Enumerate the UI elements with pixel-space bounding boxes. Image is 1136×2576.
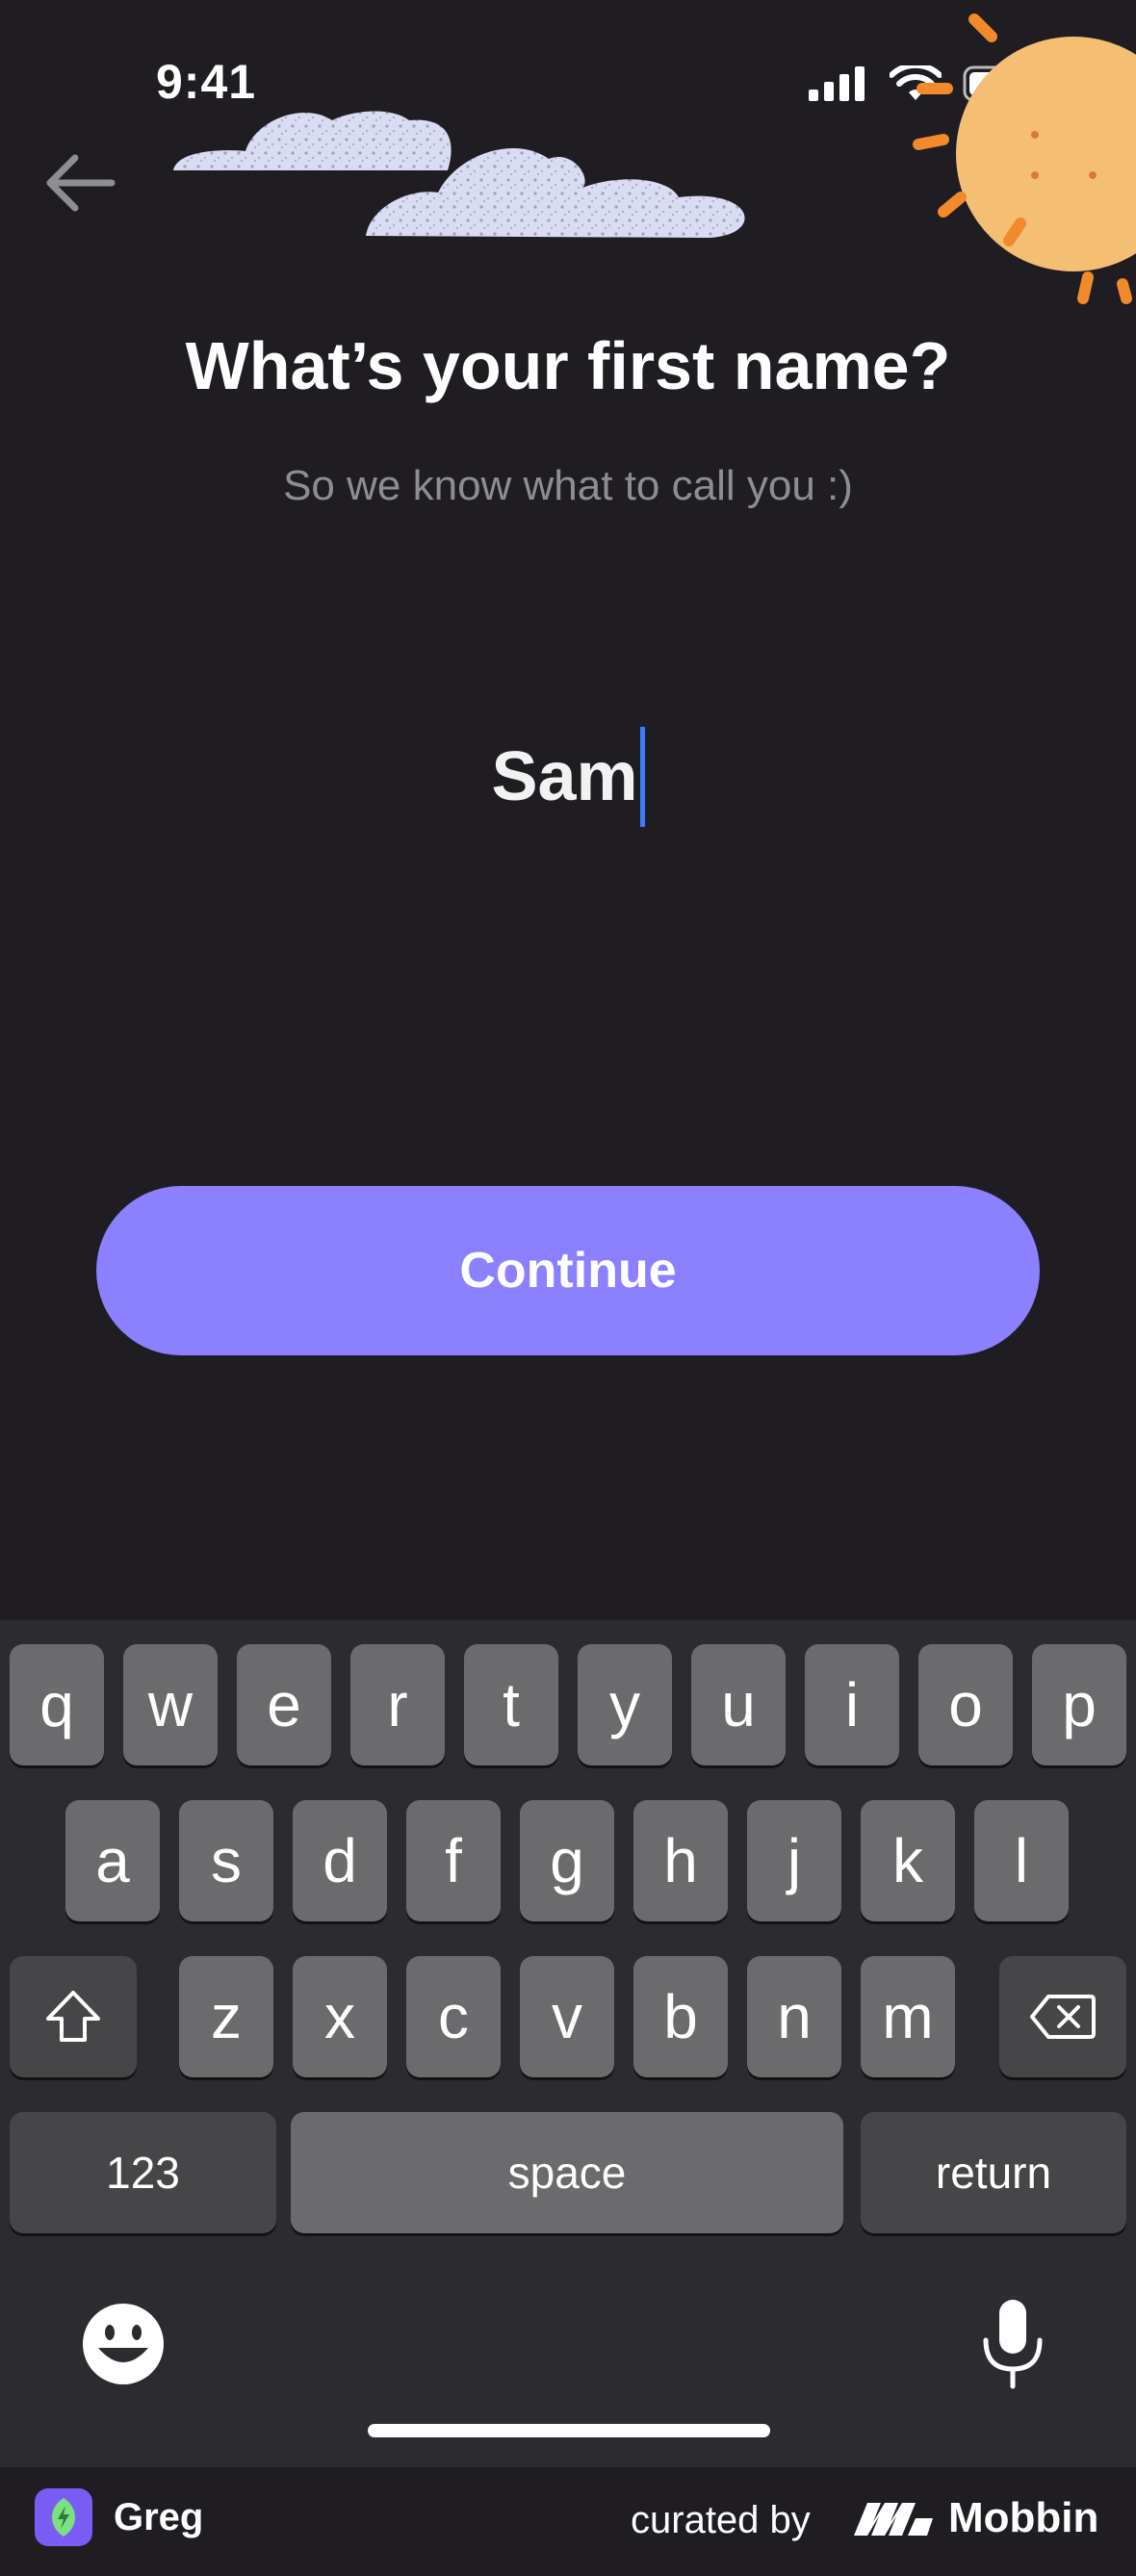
key-e[interactable]: e xyxy=(237,1644,331,1765)
emoji-icon xyxy=(83,2304,164,2384)
arrow-left-icon xyxy=(46,154,116,212)
curated-by-label: curated by xyxy=(631,2499,811,2541)
key-l[interactable]: l xyxy=(974,1800,1069,1921)
key-x[interactable]: x xyxy=(293,1956,387,2077)
home-indicator xyxy=(368,2424,770,2437)
page-subtitle: So we know what to call you :) xyxy=(283,462,853,509)
key-b[interactable]: b xyxy=(633,1956,728,2077)
key-r[interactable]: r xyxy=(350,1644,445,1765)
key-w[interactable]: w xyxy=(123,1644,218,1765)
key-g[interactable]: g xyxy=(520,1800,614,1921)
keyboard: q w e r t y u i o p a s d f g h j k l z … xyxy=(0,1620,1136,2467)
key-u[interactable]: u xyxy=(691,1644,786,1765)
back-button[interactable] xyxy=(42,144,119,221)
key-c[interactable]: c xyxy=(406,1956,501,2077)
delete-key[interactable] xyxy=(999,1956,1126,2077)
return-key[interactable]: return xyxy=(861,2112,1126,2233)
key-n[interactable]: n xyxy=(747,1956,841,2077)
first-name-input[interactable]: Sam xyxy=(0,727,1136,827)
key-j[interactable]: j xyxy=(747,1800,841,1921)
microphone-icon xyxy=(983,2300,1043,2389)
key-p[interactable]: p xyxy=(1032,1644,1126,1765)
numbers-key[interactable]: 123 xyxy=(10,2112,276,2233)
key-f[interactable]: f xyxy=(406,1800,501,1921)
key-t[interactable]: t xyxy=(464,1644,558,1765)
first-name-value: Sam xyxy=(491,738,638,815)
footer-bar: Greg curated by Mobbin xyxy=(0,2467,1136,2576)
key-k[interactable]: k xyxy=(861,1800,955,1921)
sun-illustration xyxy=(913,13,1136,304)
leaf-icon xyxy=(52,2498,75,2537)
text-caret xyxy=(639,727,645,827)
key-d[interactable]: d xyxy=(293,1800,387,1921)
key-h[interactable]: h xyxy=(633,1800,728,1921)
dictation-button[interactable] xyxy=(978,2298,1047,2390)
clouds-illustration xyxy=(173,111,745,238)
mobbin-mark-icon xyxy=(854,2503,933,2536)
shift-icon xyxy=(46,1991,100,2042)
shift-key[interactable] xyxy=(10,1956,137,2077)
page-title: What’s your first name? xyxy=(185,328,951,403)
app-icon xyxy=(35,2488,92,2546)
key-a[interactable]: a xyxy=(65,1800,160,1921)
key-z[interactable]: z xyxy=(179,1956,273,2077)
app-name: Greg xyxy=(114,2496,204,2538)
mobbin-logo: Mobbin xyxy=(852,2494,1098,2542)
mobbin-brand: Mobbin xyxy=(948,2494,1099,2541)
key-v[interactable]: v xyxy=(520,1956,614,2077)
space-key[interactable]: space xyxy=(291,2112,843,2233)
key-i[interactable]: i xyxy=(805,1644,899,1765)
cellular-signal-icon xyxy=(809,66,865,101)
key-q[interactable]: q xyxy=(10,1644,104,1765)
key-o[interactable]: o xyxy=(918,1644,1013,1765)
emoji-button[interactable] xyxy=(79,2300,168,2388)
key-y[interactable]: y xyxy=(578,1644,672,1765)
key-m[interactable]: m xyxy=(861,1956,955,2077)
backspace-icon xyxy=(1030,1995,1096,2039)
continue-button[interactable]: Continue xyxy=(96,1186,1040,1355)
key-s[interactable]: s xyxy=(179,1800,273,1921)
